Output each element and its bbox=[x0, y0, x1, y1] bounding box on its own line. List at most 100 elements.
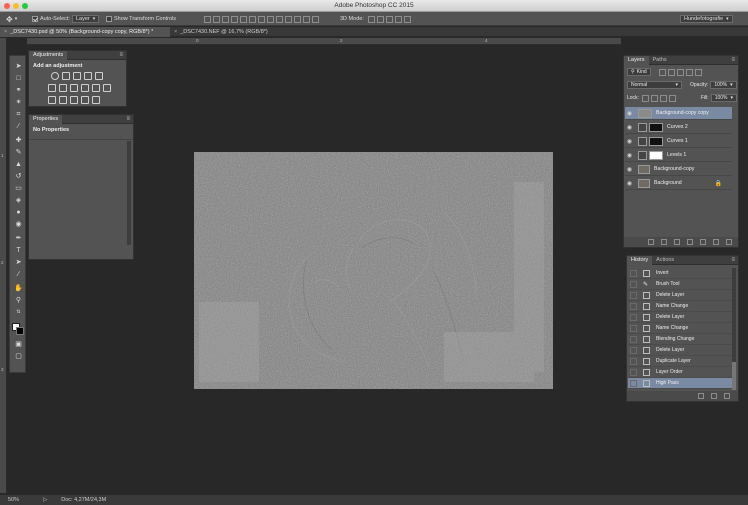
layer-row-curves-2[interactable]: ◉ Curves 2 bbox=[625, 121, 732, 134]
layer-row-background-copy[interactable]: ◉ Background-copy bbox=[625, 163, 732, 176]
history-brush-source-checkbox[interactable] bbox=[630, 302, 637, 310]
color-balance-icon[interactable] bbox=[70, 84, 78, 92]
align-top-icon[interactable] bbox=[204, 15, 211, 23]
type-tool-icon[interactable]: T bbox=[14, 246, 23, 255]
lock-transparent-icon[interactable] bbox=[641, 94, 649, 102]
photo-filter-icon[interactable] bbox=[92, 84, 100, 92]
fill-field[interactable]: 100% bbox=[710, 94, 737, 102]
gradient-map-triangle-icon[interactable] bbox=[95, 72, 103, 80]
tab-actions[interactable]: Actions bbox=[652, 256, 678, 265]
path-selection-tool-icon[interactable]: ➤ bbox=[14, 258, 23, 267]
close-tab-icon[interactable]: × bbox=[174, 29, 177, 35]
link-layers-icon[interactable] bbox=[648, 239, 654, 245]
black-white-icon[interactable] bbox=[81, 84, 89, 92]
history-step[interactable]: Delete Layer bbox=[628, 290, 732, 301]
distribute-bottom-icon[interactable] bbox=[276, 15, 283, 23]
eye-icon[interactable]: ◉ bbox=[625, 166, 634, 173]
healing-brush-tool-icon[interactable]: ✚ bbox=[14, 136, 23, 145]
properties-scrollbar[interactable] bbox=[127, 141, 131, 245]
history-scrollbar-thumb[interactable] bbox=[732, 362, 736, 390]
trash-icon[interactable] bbox=[726, 239, 732, 245]
paint-bucket-tool-icon[interactable]: ◈ bbox=[14, 196, 23, 205]
dodge-tool-icon[interactable]: ◉ bbox=[14, 220, 23, 229]
layer-row-levels-1[interactable]: ◉ Levels 1 bbox=[625, 149, 732, 162]
add-mask-icon[interactable] bbox=[674, 239, 680, 245]
camera-snapshot-icon[interactable] bbox=[711, 393, 717, 399]
filter-adjustment-icon[interactable] bbox=[667, 68, 675, 76]
3d-pan-icon[interactable] bbox=[385, 15, 393, 23]
history-brush-source-checkbox[interactable] bbox=[630, 357, 637, 365]
history-step[interactable]: Duplicate Layer bbox=[628, 356, 732, 367]
history-brush-source-checkbox[interactable] bbox=[630, 368, 637, 376]
channel-mixer-icon[interactable] bbox=[103, 84, 111, 92]
close-tab-icon[interactable]: × bbox=[4, 29, 7, 35]
history-brush-source-checkbox[interactable] bbox=[630, 291, 637, 299]
tab-history[interactable]: History bbox=[627, 255, 653, 265]
history-brush-source-checkbox[interactable] bbox=[630, 313, 637, 321]
panel-menu-icon[interactable]: ≡ bbox=[731, 57, 735, 63]
document-canvas[interactable] bbox=[194, 152, 553, 389]
panel-menu-icon[interactable]: ≡ bbox=[731, 257, 735, 263]
blend-mode-dropdown[interactable]: Normal bbox=[627, 81, 682, 89]
document-info[interactable]: Doc: 4,27M/24,3M bbox=[61, 497, 106, 503]
align-right-icon[interactable] bbox=[249, 15, 256, 23]
history-step[interactable]: Name Change bbox=[628, 323, 732, 334]
history-brush-source-checkbox[interactable] bbox=[630, 269, 637, 277]
history-step[interactable]: Layer Order bbox=[628, 367, 732, 378]
selective-color-icon[interactable] bbox=[81, 96, 89, 104]
auto-align-icon[interactable] bbox=[312, 15, 319, 23]
history-step[interactable]: Delete Layer bbox=[628, 345, 732, 356]
history-step-selected[interactable]: High Pass bbox=[628, 378, 732, 389]
filter-pixel-icon[interactable] bbox=[658, 68, 666, 76]
eye-icon[interactable]: ◉ bbox=[625, 124, 634, 131]
brightness-contrast-icon[interactable] bbox=[51, 72, 59, 80]
eye-icon[interactable]: ◉ bbox=[625, 138, 634, 145]
new-adjustment-layer-icon[interactable] bbox=[687, 239, 693, 245]
zoom-tool-icon[interactable]: ⚲ bbox=[14, 296, 23, 305]
layer-mask-thumbnail[interactable] bbox=[649, 150, 663, 160]
filter-shape-icon[interactable] bbox=[685, 68, 693, 76]
quick-mask-icon[interactable]: ▣ bbox=[14, 340, 23, 349]
history-brush-source-checkbox[interactable] bbox=[630, 280, 637, 288]
layer-style-fx-icon[interactable] bbox=[661, 239, 667, 245]
auto-select-checkbox[interactable] bbox=[32, 16, 38, 22]
history-brush-source-checkbox[interactable] bbox=[630, 335, 637, 343]
layer-row-background-copy-copy[interactable]: ◉ Background-copy copy bbox=[625, 107, 732, 120]
workspace-dropdown[interactable]: Hundefotografie bbox=[680, 15, 733, 23]
new-group-icon[interactable] bbox=[700, 239, 706, 245]
blur-tool-icon[interactable]: ● bbox=[14, 208, 23, 217]
history-brush-tool-icon[interactable]: ↺ bbox=[14, 172, 23, 181]
filter-type-icon[interactable] bbox=[676, 68, 684, 76]
opacity-field[interactable]: 100% bbox=[710, 81, 737, 89]
align-vertical-center-icon[interactable] bbox=[213, 15, 220, 23]
align-horizontal-center-icon[interactable] bbox=[240, 15, 247, 23]
eye-icon[interactable]: ◉ bbox=[625, 110, 634, 117]
zoom-level[interactable]: 50% bbox=[8, 497, 19, 503]
3d-scale-icon[interactable] bbox=[403, 15, 411, 23]
history-brush-source-checkbox[interactable] bbox=[630, 324, 637, 332]
gradient-map-icon[interactable] bbox=[92, 96, 100, 104]
eraser-tool-icon[interactable]: ▭ bbox=[14, 184, 23, 193]
tab-adjustments[interactable]: Adjustments bbox=[29, 50, 68, 60]
background-color-swatch[interactable] bbox=[16, 327, 24, 335]
history-step[interactable]: ✎ Brush Tool bbox=[628, 279, 732, 290]
posterize-icon[interactable] bbox=[59, 96, 67, 104]
show-transform-controls-checkbox[interactable] bbox=[106, 16, 112, 22]
clone-stamp-tool-icon[interactable]: ▲ bbox=[14, 160, 23, 169]
layer-filter-dropdown[interactable]: ⚲ Kind bbox=[627, 68, 651, 76]
lock-all-icon[interactable] bbox=[668, 94, 676, 102]
line-tool-icon[interactable]: ∕ bbox=[14, 270, 23, 279]
curves-icon[interactable] bbox=[73, 72, 81, 80]
trash-icon[interactable] bbox=[724, 393, 730, 399]
align-bottom-icon[interactable] bbox=[222, 15, 229, 23]
tab-properties[interactable]: Properties bbox=[29, 114, 63, 124]
invert-icon[interactable] bbox=[48, 96, 56, 104]
hand-tool-icon[interactable]: ✋ bbox=[14, 284, 23, 293]
status-menu-icon[interactable]: ▷ bbox=[43, 497, 47, 503]
3d-roll-icon[interactable] bbox=[376, 15, 384, 23]
history-step[interactable]: Invert bbox=[628, 268, 732, 279]
3d-rotate-icon[interactable] bbox=[367, 15, 375, 23]
eye-icon[interactable]: ◉ bbox=[625, 152, 634, 159]
exposure-icon[interactable] bbox=[84, 72, 92, 80]
auto-select-dropdown[interactable]: Layer bbox=[71, 15, 100, 23]
